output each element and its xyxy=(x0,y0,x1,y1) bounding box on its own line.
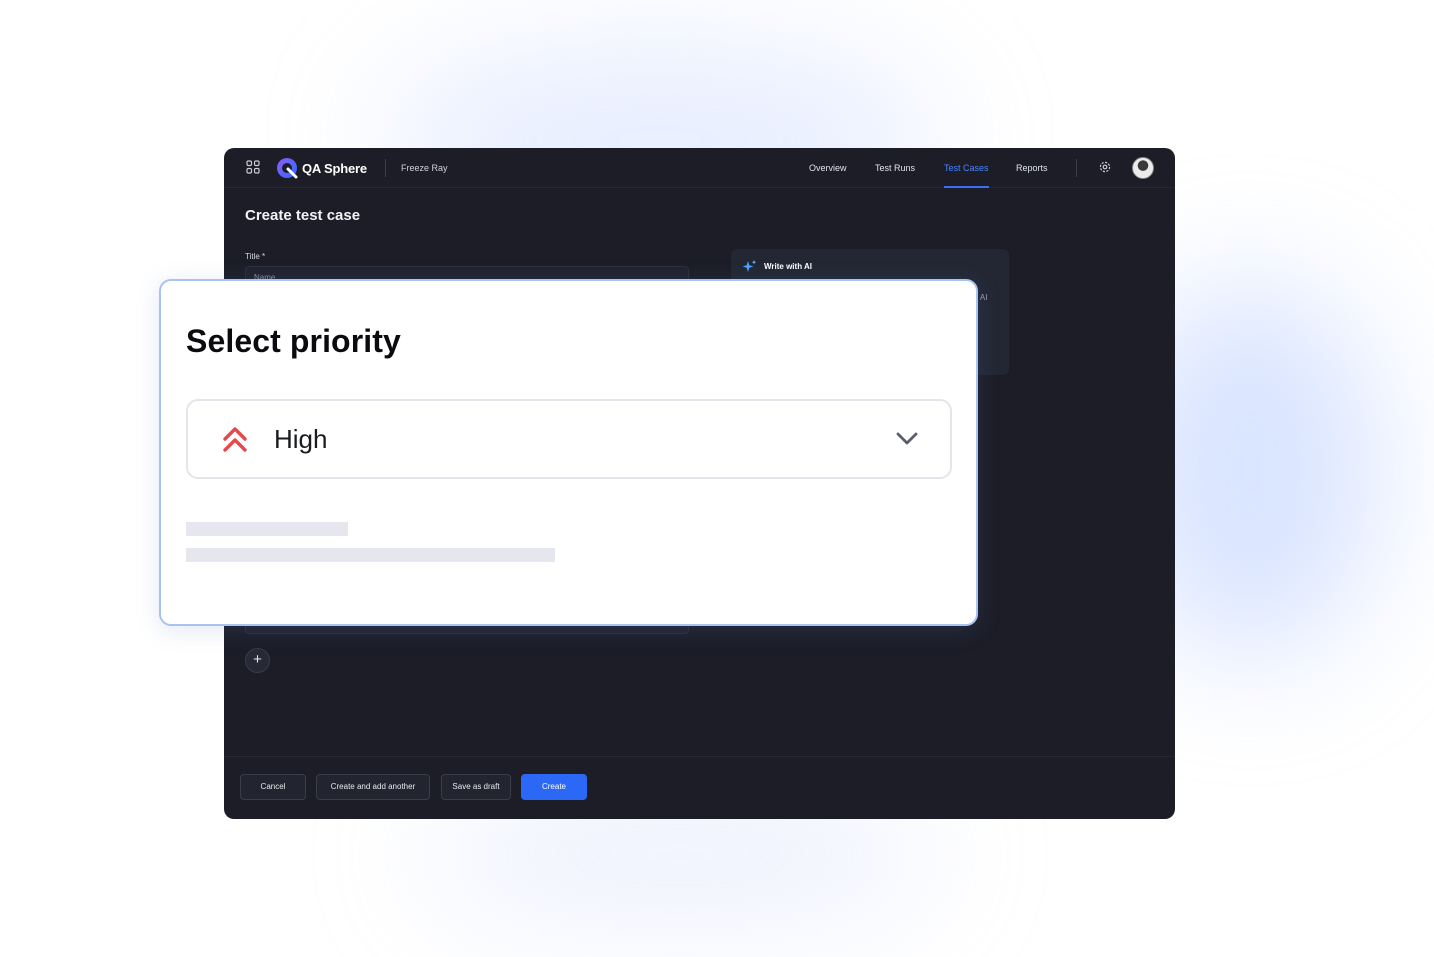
ai-panel-title: Write with AI xyxy=(764,262,812,271)
page-title: Create test case xyxy=(245,207,361,224)
app-logo[interactable]: QA Sphere xyxy=(276,157,367,179)
create-button[interactable]: Create xyxy=(521,774,587,800)
title-field-label: Title * xyxy=(245,252,266,261)
card-title: Select priority xyxy=(186,323,401,359)
divider xyxy=(1076,159,1077,177)
gear-icon[interactable] xyxy=(1098,160,1112,174)
qa-sphere-logo-icon xyxy=(277,158,298,179)
select-priority-card: Select priority High xyxy=(159,279,978,626)
selected-priority: High xyxy=(274,424,328,454)
skeleton-line xyxy=(186,548,555,562)
nav-test-runs[interactable]: Test Runs xyxy=(875,148,915,188)
project-name[interactable]: Freeze Ray xyxy=(401,163,448,173)
cancel-button[interactable]: Cancel xyxy=(240,774,306,800)
double-chevron-up-icon xyxy=(223,427,247,452)
create-and-add-another-button[interactable]: Create and add another xyxy=(316,774,430,800)
priority-select[interactable]: High xyxy=(186,399,952,479)
chevron-down-icon[interactable] xyxy=(895,430,919,448)
top-navigation-bar: QA Sphere Freeze Ray Overview Test Runs … xyxy=(224,148,1175,188)
apps-grid-icon[interactable] xyxy=(246,160,260,174)
nav-test-cases[interactable]: Test Cases xyxy=(944,148,989,188)
add-step-button[interactable]: + xyxy=(245,648,270,673)
skeleton-line xyxy=(186,522,348,536)
sparkle-icon xyxy=(742,260,757,272)
brand-name: QA Sphere xyxy=(302,160,367,176)
divider xyxy=(385,159,386,177)
nav-overview[interactable]: Overview xyxy=(809,148,847,188)
form-footer: Cancel Create and add another Save as dr… xyxy=(224,756,1175,819)
nav-reports[interactable]: Reports xyxy=(1016,148,1048,188)
user-avatar[interactable] xyxy=(1132,157,1154,179)
save-as-draft-button[interactable]: Save as draft xyxy=(441,774,511,800)
